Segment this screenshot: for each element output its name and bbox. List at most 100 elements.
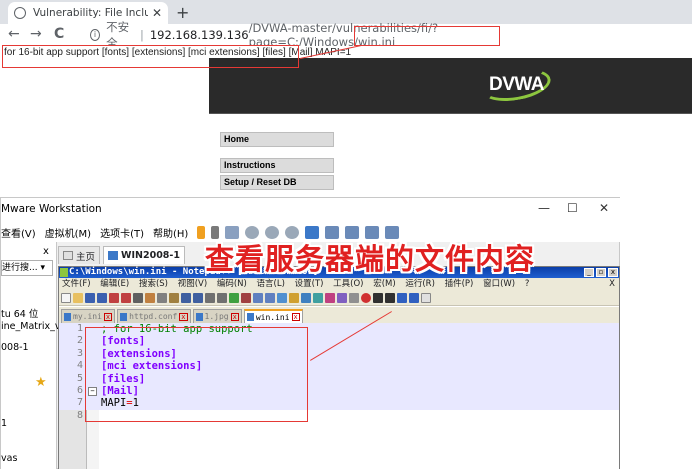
tab-close-icon[interactable]: x [103,312,113,321]
line-number: 5 [76,372,83,384]
dvwa-logo: DVWA [478,64,554,106]
npp-menu-window[interactable]: 窗口(W) [483,279,515,289]
npp-menu-settings[interactable]: 设置(T) [295,279,324,289]
save-all-icon[interactable] [97,292,107,303]
annotation-text: 查看服务器端的文件内容 [205,242,536,276]
tab-home[interactable]: 主页 [58,246,101,264]
line-number: 8 [76,409,83,421]
library-item[interactable]: 1 [1,418,7,429]
show-all-chars-icon[interactable] [289,292,299,303]
menu-vm[interactable]: 虚拟机(M) [45,225,91,240]
forward-button[interactable]: → [30,26,42,42]
copy-icon[interactable] [157,292,167,303]
reload-button[interactable]: C [54,26,64,42]
npp-menu-macro[interactable]: 宏(M) [373,279,395,289]
npp-menu-encoding[interactable]: 编码(N) [217,279,247,289]
find-icon[interactable] [205,292,215,303]
print-icon[interactable] [133,292,143,303]
replace-icon[interactable] [217,292,227,303]
library-item[interactable]: vas [1,453,17,464]
paste-icon[interactable] [169,292,179,303]
close-icon[interactable]: ✕ [152,6,162,20]
tab-win2008[interactable]: WIN2008-1 [103,246,185,264]
cut-icon[interactable] [145,292,155,303]
file-icon [120,312,128,321]
npp-menu-view[interactable]: 视图(V) [178,279,207,289]
line-number: 4 [76,360,83,372]
library-item[interactable]: ine_Matrix_v [1,321,61,332]
menu-help[interactable]: 帮助(H) [153,225,188,240]
npp-menu-edit[interactable]: 编辑(E) [100,279,129,289]
separator: | [139,28,144,42]
info-icon[interactable]: i [90,29,101,41]
folder-workspace-icon[interactable] [349,292,359,303]
redo-icon[interactable] [193,292,203,303]
function-list-icon[interactable] [337,292,347,303]
npp-document-close[interactable]: X [609,278,615,290]
code-highlight-box [85,327,308,422]
npp-menu-file[interactable]: 文件(F) [62,279,91,289]
line-number: 3 [76,347,83,359]
play-macro-icon[interactable] [385,292,395,303]
menu-home[interactable]: Home [220,132,334,147]
record-macro-icon[interactable] [361,292,371,303]
undo-icon[interactable] [181,292,191,303]
lang-define-icon[interactable] [313,292,323,303]
npp-minimize-button[interactable]: _ [584,268,594,277]
close-button[interactable]: ✕ [599,201,609,215]
new-file-icon[interactable] [61,292,71,303]
npp-restore-button[interactable]: ▫ [596,268,606,277]
back-button[interactable]: ← [8,26,20,42]
doc-map-icon[interactable] [325,292,335,303]
tab-close-icon[interactable]: x [230,312,239,321]
vmware-titlebar: Mware Workstation — ☐ ✕ [1,198,621,222]
npp-tab-my-ini[interactable]: my.ini x [61,309,116,323]
close-all-icon[interactable] [121,292,131,303]
npp-close-button[interactable]: x [608,268,618,277]
vm-library-sidebar: x 进行搜... ▾ tu 64 位 ine_Matrix_v 008-1 ★ … [1,242,61,469]
npp-menu-search[interactable]: 搜索(S) [139,279,168,289]
maximize-button[interactable]: ☐ [567,201,578,215]
logo-text: DVWA [489,74,545,95]
npp-menu-help[interactable]: ? [525,279,530,289]
run-macro-icon[interactable] [397,292,407,303]
new-tab-button[interactable]: + [176,3,189,22]
npp-menu-run[interactable]: 运行(R) [405,279,435,289]
npp-tab-win-ini[interactable]: win.ini x [243,309,303,323]
npp-menu-language[interactable]: 语言(L) [257,279,285,289]
spell-check-icon[interactable] [421,292,431,303]
indent-guide-icon[interactable] [301,292,311,303]
save-icon[interactable] [85,292,95,303]
line-number: 7 [76,397,83,409]
tab-label: WIN2008-1 [121,250,180,261]
browser-tab[interactable]: Vulnerability: File Inclusion :: D ✕ [8,2,168,24]
npp-menu-tools[interactable]: 工具(O) [333,279,363,289]
sync-vertical-icon[interactable] [253,292,263,303]
npp-menu-plugins[interactable]: 插件(P) [445,279,474,289]
file-icon [64,312,71,321]
url-highlight-box [354,26,500,46]
tab-close-icon[interactable]: x [179,312,188,321]
minimize-button[interactable]: — [538,201,550,215]
menu-instructions[interactable]: Instructions [220,158,334,173]
npp-tab-label: 1.jpg [204,312,229,321]
library-search-input[interactable]: 进行搜... ▾ [1,260,53,276]
close-icon[interactable]: x [43,246,49,257]
tab-close-icon[interactable]: x [291,313,300,321]
zoom-out-icon[interactable] [241,292,251,303]
close-file-icon[interactable] [109,292,119,303]
library-item[interactable]: tu 64 位 [1,306,38,320]
npp-tab-1-jpg[interactable]: 1.jpg x [192,309,242,323]
zoom-in-icon[interactable] [229,292,239,303]
open-file-icon[interactable] [73,292,83,303]
menu-tabs[interactable]: 选项卡(T) [100,225,144,240]
npp-tab-httpd-conf[interactable]: httpd.conf x [117,309,191,323]
line-number: 2 [76,335,83,347]
menu-setup-reset-db[interactable]: Setup / Reset DB [220,175,334,190]
word-wrap-icon[interactable] [277,292,287,303]
menu-view[interactable]: 查看(V) [1,225,36,240]
sync-horizontal-icon[interactable] [265,292,275,303]
library-item[interactable]: 008-1 [1,342,29,353]
save-macro-icon[interactable] [409,292,419,303]
stop-macro-icon[interactable] [373,292,383,303]
